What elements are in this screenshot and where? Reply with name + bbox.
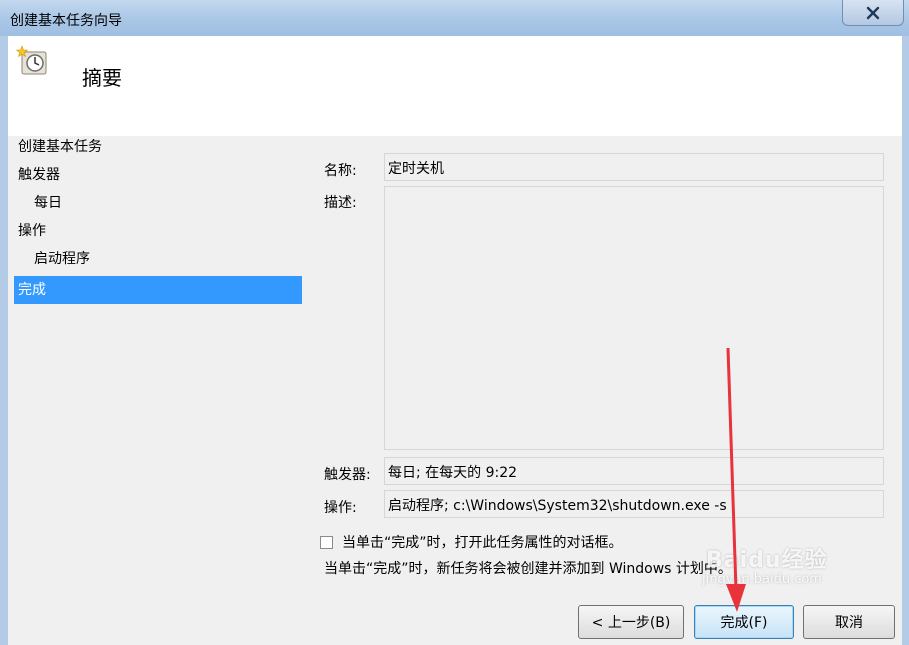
- open-properties-checkbox[interactable]: [320, 535, 333, 549]
- step-daily[interactable]: 每日: [14, 192, 302, 220]
- close-icon: [866, 6, 880, 19]
- step-start-program[interactable]: 启动程序: [14, 248, 302, 276]
- action-field[interactable]: 启动程序; c:\Windows\System32\shutdown.exe -…: [384, 490, 884, 518]
- back-button[interactable]: < 上一步(B): [578, 605, 684, 639]
- description-field[interactable]: [384, 186, 884, 450]
- title-bar[interactable]: 创建基本任务向导: [0, 0, 909, 36]
- trigger-field[interactable]: 每日; 在每天的 9:22: [384, 457, 884, 485]
- finish-button[interactable]: 完成(F): [694, 605, 794, 639]
- open-properties-label: 当单击“完成”时，打开此任务属性的对话框。: [342, 535, 623, 551]
- watermark-url: jingyan.baidu.com: [702, 572, 822, 587]
- scheduled-task-clock-icon: [16, 45, 47, 75]
- window-frame-right: [902, 36, 909, 645]
- action-label: 操作:: [324, 500, 357, 516]
- window-title: 创建基本任务向导: [10, 13, 122, 29]
- step-trigger[interactable]: 触发器: [14, 164, 302, 192]
- window-frame-left: [0, 36, 8, 645]
- name-label: 名称:: [324, 163, 357, 179]
- step-finish[interactable]: 完成: [14, 276, 302, 304]
- page-title: 摘要: [82, 66, 122, 90]
- close-button[interactable]: [842, 0, 904, 26]
- step-create-basic-task[interactable]: 创建基本任务: [14, 136, 302, 164]
- wizard-steps: 创建基本任务 触发器 每日 操作 启动程序 完成: [14, 136, 302, 304]
- watermark-logo: Baidu经验: [706, 548, 828, 573]
- trigger-label: 触发器:: [324, 467, 371, 483]
- description-label: 描述:: [324, 195, 357, 211]
- cancel-button[interactable]: 取消: [803, 605, 895, 639]
- finish-info-text: 当单击“完成”时，新任务将会被创建并添加到 Windows 计划中。: [324, 561, 732, 577]
- open-properties-option[interactable]: 当单击“完成”时，打开此任务属性的对话框。: [320, 532, 623, 552]
- wizard-header: 摘要: [8, 36, 902, 136]
- step-action[interactable]: 操作: [14, 220, 302, 248]
- name-field[interactable]: 定时关机: [384, 153, 884, 181]
